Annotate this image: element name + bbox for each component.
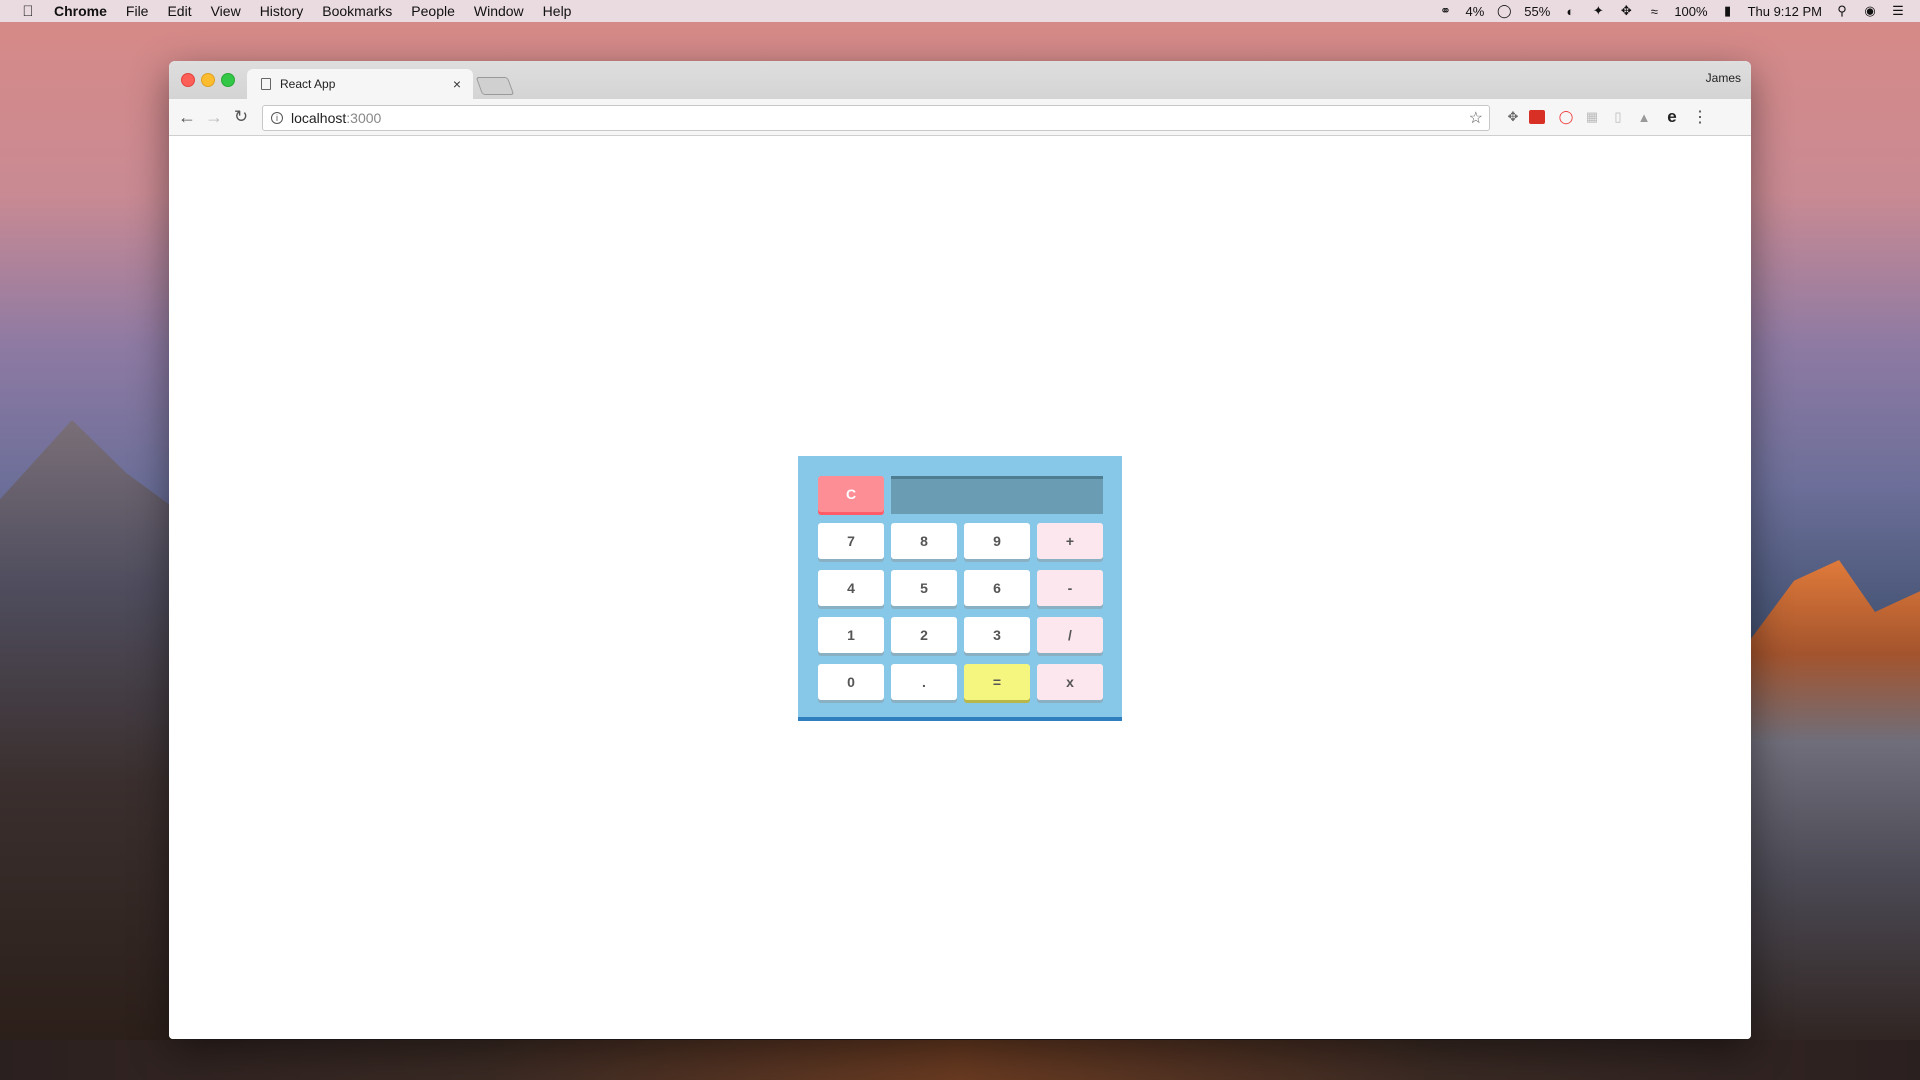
document-extension-icon[interactable]: ▯ [1609,108,1627,126]
info-icon[interactable]: i [271,112,283,124]
key-decimal[interactable]: . [891,664,957,700]
grid-extension-icon[interactable]: ▦ [1583,108,1601,126]
wifi-icon[interactable]: ≈ [1646,4,1662,19]
key-equals[interactable]: = [964,664,1030,700]
key-minus[interactable]: - [1037,570,1103,606]
close-window-button[interactable] [181,73,195,87]
wallpaper-mountain-right [1740,560,1920,1080]
profile-name[interactable]: James [1706,71,1741,85]
battery-icon[interactable]: ▮ [1720,3,1736,18]
menu-file[interactable]: File [126,3,149,19]
siri-icon[interactable]: ◉ [1862,3,1878,18]
address-bar[interactable]: i localhost:3000 ☆ [262,105,1490,131]
clock[interactable]: Thu 9:12 PM [1748,4,1822,19]
key-0[interactable]: 0 [818,664,884,700]
browser-window: React App × James ← → ↻ i localhost:3000… [169,61,1751,1039]
key-3[interactable]: 3 [964,617,1030,653]
new-tab-button[interactable] [475,77,515,95]
key-6[interactable]: 6 [964,570,1030,606]
wallpaper-mountain-left [0,420,180,1080]
forward-arrow-icon[interactable]: → [204,107,224,127]
key-5[interactable]: 5 [891,570,957,606]
bookmark-star-icon[interactable]: ☆ [1469,108,1483,128]
move-extension-icon[interactable]: ✥ [1504,108,1522,126]
reload-icon[interactable]: ↻ [231,107,251,127]
status-area: ⚭ 4% ◯ 55% ◐ ✦ ✥ ≈ 100% ▮ Thu 9:12 PM ⚲ … [1437,0,1906,22]
angular-extension-icon[interactable]: ▲ [1635,108,1653,126]
key-plus[interactable]: + [1037,523,1103,559]
more-menu-icon[interactable]: ⋮ [1691,108,1709,126]
calculator-display [891,476,1103,514]
memory-status[interactable]: 55% [1524,4,1550,19]
opera-extension-icon[interactable]: ◯ [1557,108,1575,126]
cpu-status[interactable]: 4% [1465,4,1484,19]
battery-percent: 100% [1674,3,1708,19]
notification-center-icon[interactable]: ☰ [1890,3,1906,18]
zoom-window-button[interactable] [221,73,235,87]
menu-people[interactable]: People [411,3,455,19]
cpu-progress-icon: ◯ [1497,3,1512,18]
url-port: :3000 [346,110,382,126]
apple-icon[interactable]:  [18,1,38,21]
menu-history[interactable]: History [260,3,304,19]
glasses-icon[interactable]: ⚭ [1437,3,1453,18]
menu-view[interactable]: View [211,3,241,19]
tab-react-app[interactable]: React App × [247,69,473,99]
calculator: C 7 8 9 + 4 5 6 - 1 2 3 / 0 . = x [798,456,1122,721]
menu-window[interactable]: Window [474,3,524,19]
spotlight-search-icon[interactable]: ⚲ [1834,3,1850,18]
key-2[interactable]: 2 [891,617,957,653]
cors-extension-icon[interactable] [1529,110,1545,124]
tab-close-icon[interactable]: × [449,76,465,92]
memory-progress-icon: ◐ [1566,3,1575,19]
key-8[interactable]: 8 [891,523,957,559]
edge-extension-icon[interactable]: e [1663,107,1681,126]
minimize-window-button[interactable] [201,73,215,87]
clear-button[interactable]: C [818,476,884,512]
browser-toolbar: ← → ↻ i localhost:3000 ☆ ✥ ◯ ▦ ▯ ▲ e ⋮ [169,99,1751,136]
twitter-icon[interactable]: ✦ [1590,3,1606,18]
key-4[interactable]: 4 [818,570,884,606]
key-9[interactable]: 9 [964,523,1030,559]
wallpaper-mountain-bottom [0,1040,1920,1080]
tab-title: React App [280,77,336,91]
title-bar: React App × James [169,61,1751,99]
key-multiply[interactable]: x [1037,664,1103,700]
menu-edit[interactable]: Edit [167,3,191,19]
menu-bookmarks[interactable]: Bookmarks [322,3,392,19]
menu-bar:  Chrome File Edit View History Bookmark… [0,0,1920,22]
page-content: C 7 8 9 + 4 5 6 - 1 2 3 / 0 . = x [169,136,1751,1039]
key-1[interactable]: 1 [818,617,884,653]
key-divide[interactable]: / [1037,617,1103,653]
key-7[interactable]: 7 [818,523,884,559]
menu-app-chrome[interactable]: Chrome [54,3,107,19]
move-icon[interactable]: ✥ [1618,3,1634,18]
back-arrow-icon[interactable]: ← [177,107,197,127]
page-icon [261,78,271,90]
menu-help[interactable]: Help [543,3,572,19]
url-host: localhost [291,110,347,126]
